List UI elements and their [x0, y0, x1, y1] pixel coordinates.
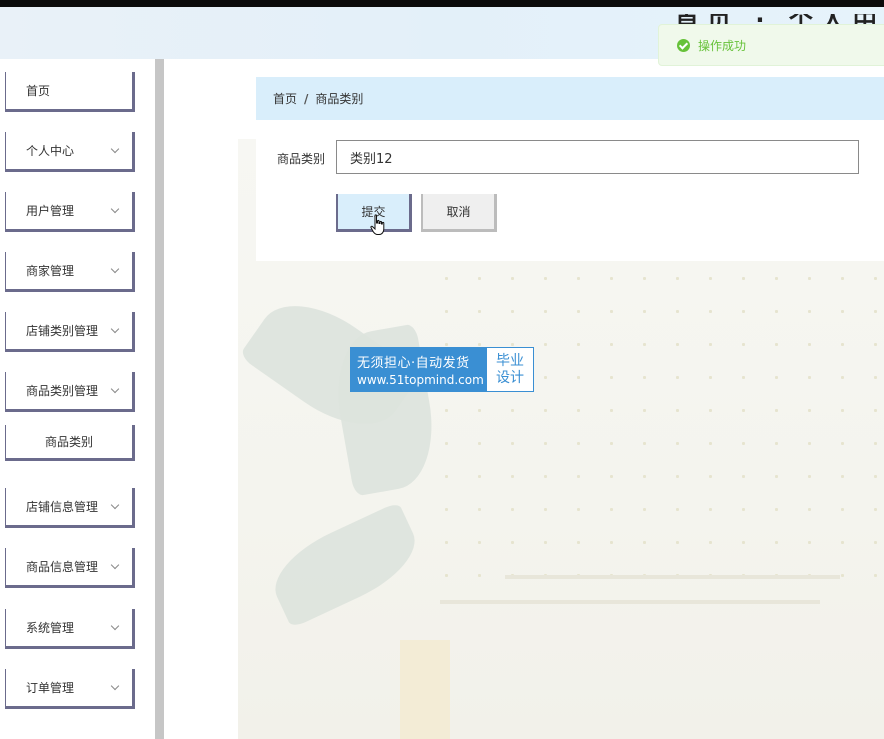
sidebar-item-label: 店铺类别管理: [26, 324, 99, 338]
watermark-right-line2: 设计: [496, 369, 524, 386]
sidebar-item-user-management[interactable]: 用户管理: [5, 192, 135, 232]
hand-cursor-icon: [370, 214, 385, 235]
sidebar-item-label: 个人中心: [26, 144, 75, 158]
breadcrumb-separator: /: [304, 91, 309, 106]
top-dark-bar: [0, 0, 884, 7]
chevron-down-icon: [110, 324, 120, 334]
sidebar-item-merchant-management[interactable]: 商家管理: [5, 252, 135, 292]
sidebar-item-home[interactable]: 首页: [5, 72, 135, 112]
chevron-down-icon: [110, 264, 120, 274]
header-title-peek: 首页 · 个人中心: [675, 14, 875, 24]
sidebar-item-label: 系统管理: [26, 621, 75, 635]
sidebar-item-personal-center[interactable]: 个人中心: [5, 132, 135, 172]
watermark-url: www.51topmind.com: [357, 373, 484, 387]
sidebar-item-label: 订单管理: [26, 681, 75, 695]
watermark-badge: 无须担心·自动发货 www.51topmind.com 毕业 设计: [350, 347, 534, 392]
chevron-down-icon: [110, 144, 120, 154]
vase-decoration: [400, 640, 450, 739]
success-toast: 操作成功: [658, 24, 884, 66]
watermark-right: 毕业 设计: [487, 348, 533, 391]
sidebar-item-label: 商品信息管理: [26, 560, 99, 574]
chevron-down-icon: [110, 681, 120, 691]
sidebar-item-label: 店铺信息管理: [26, 500, 99, 514]
check-circle-icon: [677, 38, 690, 52]
breadcrumb-current: 商品类别: [315, 92, 364, 106]
sidebar: 首页 个人中心 用户管理 商家管理 店铺类别管理 商品类别管理 商品类别 店铺信…: [0, 59, 155, 739]
product-category-input[interactable]: [336, 140, 859, 174]
watermark-text: 无须担心·自动发货: [357, 356, 470, 371]
background-dot-pattern: [430, 262, 884, 592]
chevron-down-icon: [110, 621, 120, 631]
sidebar-item-label: 商品类别管理: [26, 384, 99, 398]
sidebar-divider: [155, 59, 164, 739]
breadcrumb-home[interactable]: 首页: [273, 90, 297, 107]
chevron-down-icon: [110, 500, 120, 510]
sidebar-item-store-category-management[interactable]: 店铺类别管理: [5, 312, 135, 352]
toast-message: 操作成功: [698, 38, 747, 53]
shelf-decoration: [440, 600, 820, 604]
watermark-right-line1: 毕业: [496, 352, 524, 369]
sidebar-item-label: 首页: [26, 84, 51, 98]
sidebar-item-label: 商家管理: [26, 264, 75, 278]
sidebar-subitem-product-category[interactable]: 商品类别: [5, 425, 135, 461]
breadcrumb: 首页 / 商品类别: [256, 77, 884, 120]
chevron-down-icon: [110, 384, 120, 394]
chevron-down-icon: [110, 204, 120, 214]
chevron-down-icon: [110, 560, 120, 570]
cancel-button[interactable]: 取消: [421, 194, 497, 232]
product-category-label: 商品类别: [277, 152, 326, 166]
sidebar-item-system-management[interactable]: 系统管理: [5, 609, 135, 649]
watermark-left: 无须担心·自动发货 www.51topmind.com: [351, 348, 487, 391]
sidebar-item-order-management[interactable]: 订单管理: [5, 669, 135, 709]
sidebar-item-product-info-management[interactable]: 商品信息管理: [5, 548, 135, 588]
sidebar-item-store-info-management[interactable]: 店铺信息管理: [5, 488, 135, 528]
sidebar-item-label: 用户管理: [26, 204, 75, 218]
shelf-decoration: [505, 575, 840, 579]
sidebar-item-product-category-management[interactable]: 商品类别管理: [5, 372, 135, 412]
product-category-form: 商品类别 提交 取消: [256, 126, 884, 261]
sidebar-item-label: 商品类别: [44, 435, 93, 449]
